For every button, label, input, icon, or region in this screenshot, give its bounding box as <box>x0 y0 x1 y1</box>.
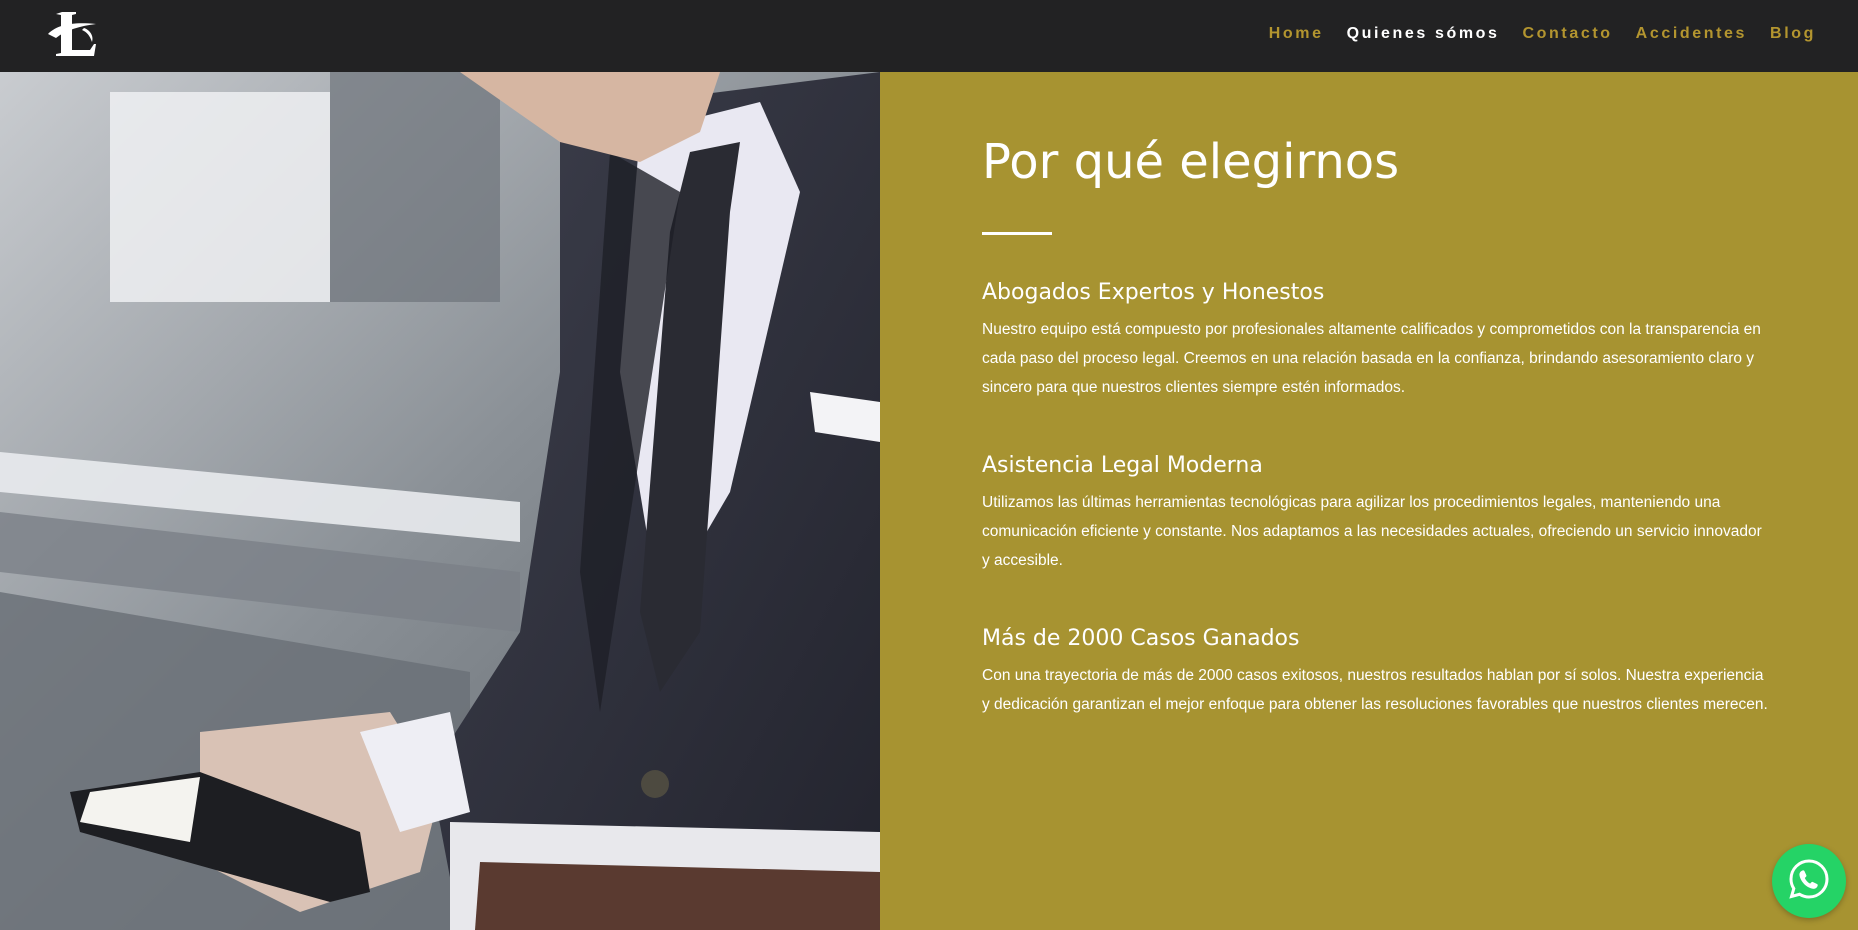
whatsapp-icon <box>1787 857 1831 906</box>
nav-blog[interactable]: Blog <box>1770 25 1816 43</box>
nav-accidentes[interactable]: Accidentes <box>1636 25 1747 43</box>
feature-text: Con una trayectoria de más de 2000 casos… <box>982 667 1768 713</box>
feature-item: Abogados Expertos y Honestos Nuestro equ… <box>982 280 1782 402</box>
main-nav: Home Quienes sómos Contacto Accidentes B… <box>1246 0 1816 68</box>
site-header: Home Quienes sómos Contacto Accidentes B… <box>0 0 1858 72</box>
feature-text: Utilizamos las últimas herramientas tecn… <box>982 494 1762 569</box>
feature-heading: Más de 2000 Casos Ganados <box>982 626 1300 651</box>
section-title: Por qué elegirnos <box>982 134 1400 190</box>
why-choose-us-section: Por qué elegirnos Abogados Expertos y Ho… <box>880 72 1858 930</box>
feature-item: Más de 2000 Casos Ganados Con una trayec… <box>982 626 1782 719</box>
nav-quienes-somos[interactable]: Quienes sómos <box>1347 25 1500 43</box>
feature-item: Asistencia Legal Moderna Utilizamos las … <box>982 453 1782 575</box>
law-firm-logo-icon[interactable] <box>44 6 104 64</box>
nav-home[interactable]: Home <box>1269 25 1324 43</box>
businessman-with-phone-photo <box>0 72 880 930</box>
feature-text: Nuestro equipo está compuesto por profes… <box>982 321 1761 396</box>
feature-heading: Abogados Expertos y Honestos <box>982 280 1325 305</box>
nav-contacto[interactable]: Contacto <box>1523 25 1613 43</box>
feature-heading: Asistencia Legal Moderna <box>982 453 1263 478</box>
whatsapp-button[interactable] <box>1772 844 1846 918</box>
title-divider <box>982 232 1052 235</box>
